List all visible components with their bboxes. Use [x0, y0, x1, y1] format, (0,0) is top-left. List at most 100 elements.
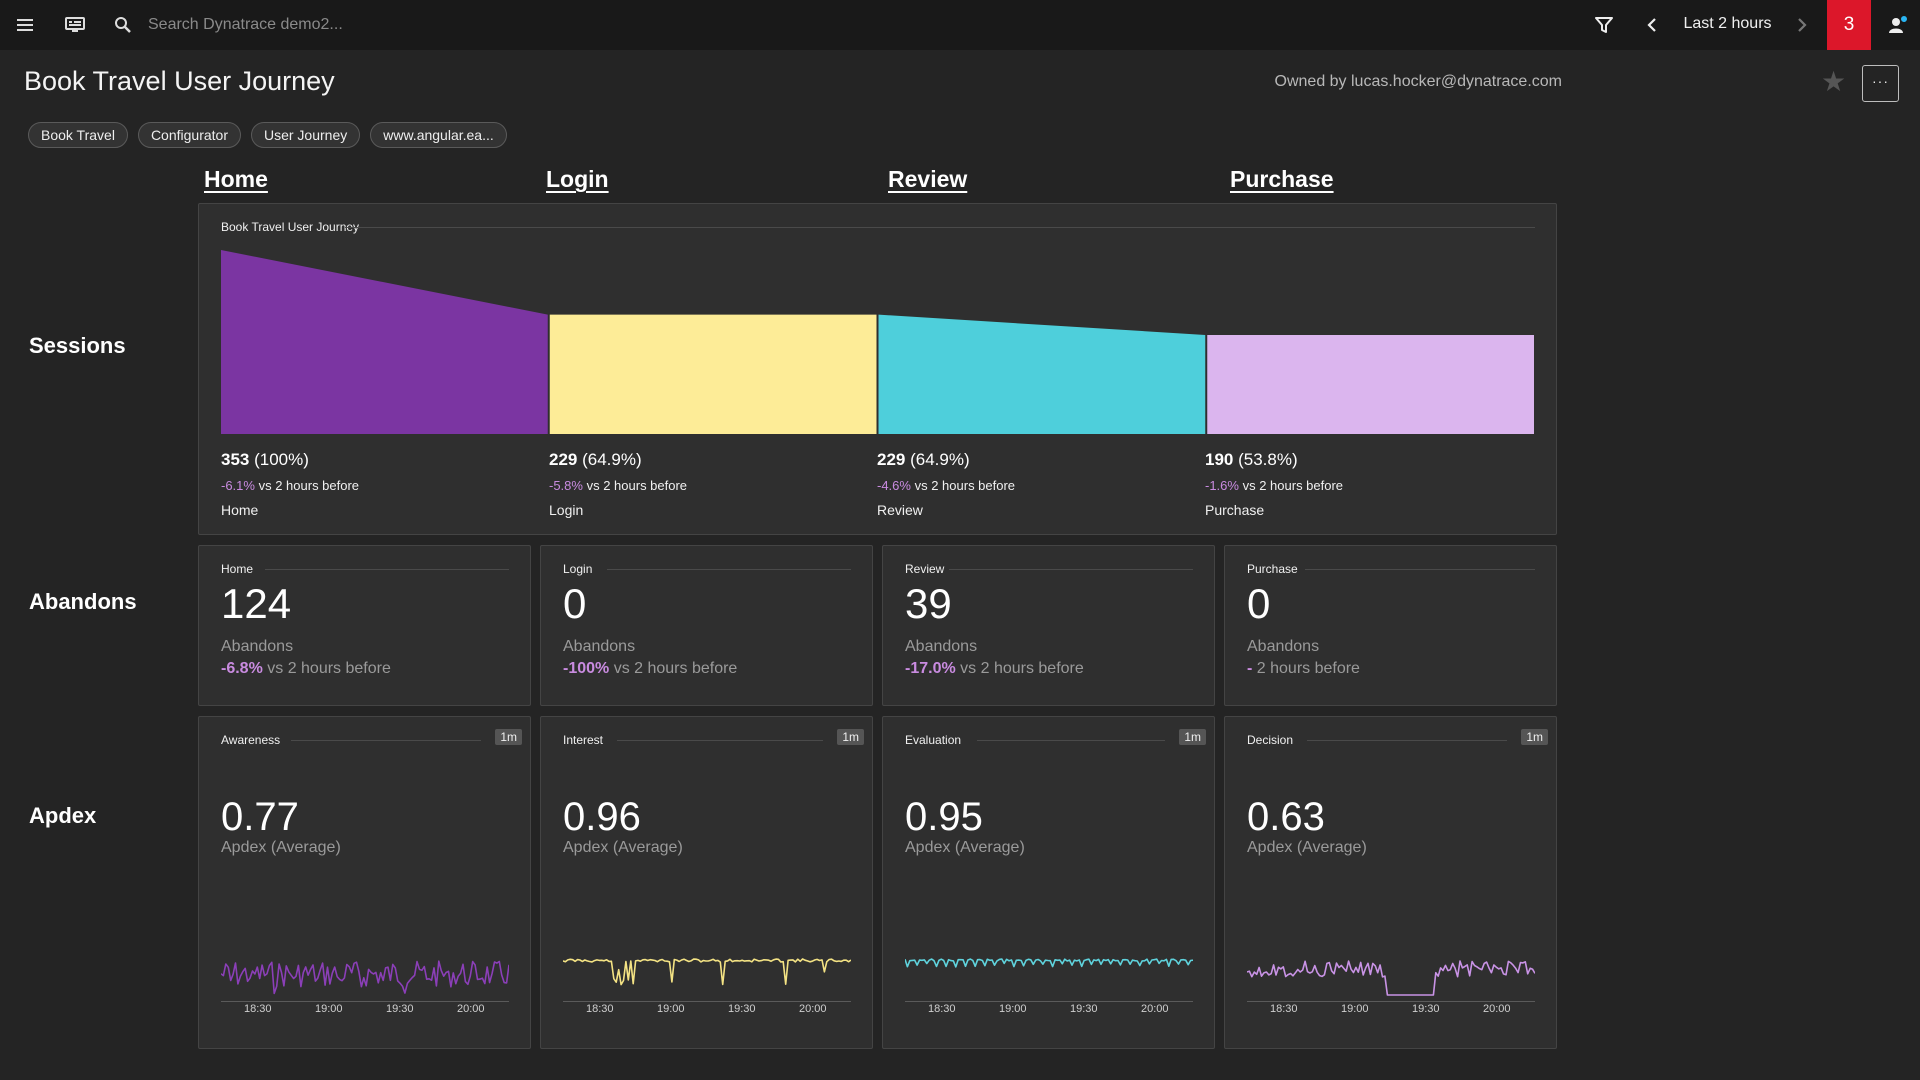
next-timeframe-icon[interactable] — [1790, 0, 1814, 50]
funnel-delta: -1.6% — [1205, 478, 1239, 493]
funnel-delta: -5.8% — [549, 478, 583, 493]
funnel-stage-name: Home — [221, 502, 259, 518]
apdex-tile-evaluation[interactable]: Evaluation 1m 0.95 Apdex (Average) 18:30… — [882, 716, 1215, 1049]
apdex-value: 0.77 — [221, 795, 299, 839]
abandons-tile-login[interactable]: Login 0 Abandons -100% vs 2 hours before — [540, 545, 873, 706]
abandons-tile-home[interactable]: Home 124 Abandons -6.8% vs 2 hours befor… — [198, 545, 531, 706]
apdex-tile-awareness[interactable]: Awareness 1m 0.77 Apdex (Average) 18:30 … — [198, 716, 531, 1049]
time-axis-label: 19:00 — [999, 1003, 1027, 1015]
tag-chip[interactable]: User Journey — [250, 122, 361, 148]
step-link-login[interactable]: Login — [546, 166, 609, 193]
resolution-badge[interactable]: 1m — [1521, 729, 1548, 745]
filter-icon[interactable] — [1591, 0, 1617, 50]
funnel-comparison: vs 2 hours before — [258, 478, 360, 493]
step-link-review[interactable]: Review — [888, 166, 967, 193]
search-icon[interactable] — [110, 0, 136, 50]
time-axis-label: 19:00 — [657, 1003, 685, 1015]
delta-suffix: vs 2 hours before — [609, 660, 738, 677]
funnel-percent: (53.8%) — [1238, 450, 1298, 469]
title-divider — [291, 740, 481, 741]
funnel-comparison: vs 2 hours before — [586, 478, 688, 493]
funnel-segment-home[interactable] — [221, 250, 548, 434]
time-axis-label: 18:30 — [244, 1003, 272, 1015]
funnel-chart — [221, 250, 1534, 434]
abandons-value: 39 — [905, 580, 952, 627]
time-axis-label: 19:00 — [1341, 1003, 1369, 1015]
abandons-caption: Abandons — [563, 638, 636, 655]
time-axis-label: 19:30 — [1070, 1003, 1098, 1015]
funnel-stage-name: Login — [549, 502, 584, 518]
page-title: Book Travel User Journey — [24, 66, 335, 96]
abandons-tile-purchase[interactable]: Purchase 0 Abandons - 2 hours before — [1224, 545, 1557, 706]
abandons-value: 0 — [563, 580, 587, 627]
funnel-count: 229 — [549, 450, 578, 469]
owner-text: Owned by lucas.hocker@dynatrace.com — [1274, 73, 1562, 90]
delta-percent: -100% — [563, 660, 610, 677]
tile-title: Decision — [1247, 733, 1294, 747]
tile-title: Review — [905, 562, 945, 576]
funnel-stage-name: Review — [877, 502, 923, 518]
user-icon[interactable] — [1883, 0, 1913, 50]
row-label-apdex: Apdex — [29, 803, 97, 828]
abandons-caption: Abandons — [1247, 638, 1320, 655]
time-axis-label: 19:00 — [315, 1003, 343, 1015]
abandons-caption: Abandons — [221, 638, 294, 655]
resolution-badge[interactable]: 1m — [495, 729, 522, 745]
title-divider — [1305, 569, 1535, 570]
time-axis-label: 19:30 — [1412, 1003, 1440, 1015]
search-input[interactable]: Search Dynatrace demo2... — [148, 0, 343, 50]
row-label-sessions: Sessions — [29, 333, 126, 358]
title-divider — [265, 569, 509, 570]
funnel-stat-review: 229 (64.9%) -4.6% vs 2 hours before Revi… — [877, 450, 1197, 518]
funnel-percent: (64.9%) — [910, 450, 970, 469]
abandons-tile-review[interactable]: Review 39 Abandons -17.0% vs 2 hours bef… — [882, 545, 1215, 706]
resolution-badge[interactable]: 1m — [837, 729, 864, 745]
funnel-comparison: vs 2 hours before — [914, 478, 1016, 493]
dashboard-icon[interactable] — [62, 0, 88, 50]
previous-timeframe-icon[interactable] — [1640, 0, 1664, 50]
funnel-segment-login[interactable] — [549, 314, 877, 434]
tag-chip[interactable]: Book Travel — [28, 122, 128, 148]
funnel-segment-review[interactable] — [878, 314, 1206, 434]
tile-title: Login — [563, 562, 593, 576]
abandons-caption: Abandons — [905, 638, 978, 655]
apdex-tile-interest[interactable]: Interest 1m 0.96 Apdex (Average) 18:30 1… — [540, 716, 873, 1049]
funnel-tile[interactable]: Book Travel User Journey 353 (100%) -6.1… — [198, 203, 1557, 535]
abandons-delta: -6.8% vs 2 hours before — [221, 660, 391, 678]
funnel-segment-purchase[interactable] — [1207, 334, 1534, 434]
delta-percent: -17.0% — [905, 660, 956, 677]
tag-chip[interactable]: Configurator — [137, 122, 241, 148]
title-divider — [949, 569, 1193, 570]
apdex-value: 0.96 — [563, 795, 641, 839]
problems-badge[interactable]: 3 — [1827, 0, 1871, 50]
delta-suffix: vs 2 hours before — [262, 660, 391, 677]
time-axis-label: 18:30 — [586, 1003, 614, 1015]
abandons-delta: -17.0% vs 2 hours before — [905, 660, 1084, 678]
funnel-percent: (100%) — [254, 450, 309, 469]
star-icon[interactable]: ★ — [1821, 68, 1846, 96]
funnel-comparison: vs 2 hours before — [1242, 478, 1344, 493]
top-bar: Search Dynatrace demo2... Last 2 hours 3 — [0, 0, 1920, 50]
delta-percent: -6.8% — [221, 660, 263, 677]
abandons-value: 124 — [221, 580, 292, 627]
tile-title: Purchase — [1247, 562, 1298, 576]
apdex-tile-decision[interactable]: Decision 1m 0.63 Apdex (Average) 18:30 1… — [1224, 716, 1557, 1049]
title-divider — [617, 740, 823, 741]
apdex-caption: Apdex (Average) — [221, 839, 341, 856]
timeframe-selector[interactable]: Last 2 hours — [1670, 0, 1785, 50]
tag-chip[interactable]: www.angular.ea... — [370, 122, 507, 148]
funnel-delta: -6.1% — [221, 478, 255, 493]
title-divider — [1307, 740, 1507, 741]
step-link-purchase[interactable]: Purchase — [1230, 166, 1334, 193]
menu-icon[interactable] — [12, 0, 38, 50]
more-options-button[interactable]: ··· — [1862, 65, 1899, 102]
resolution-badge[interactable]: 1m — [1179, 729, 1206, 745]
delta-suffix: 2 hours before — [1252, 660, 1360, 677]
step-link-home[interactable]: Home — [204, 166, 268, 193]
tile-title: Home — [221, 562, 254, 576]
apdex-caption: Apdex (Average) — [1247, 839, 1367, 856]
delta-suffix: vs 2 hours before — [955, 660, 1084, 677]
tile-title: Evaluation — [905, 733, 962, 747]
time-axis-label: 20:00 — [799, 1003, 827, 1015]
apdex-sparkline — [563, 958, 851, 1002]
